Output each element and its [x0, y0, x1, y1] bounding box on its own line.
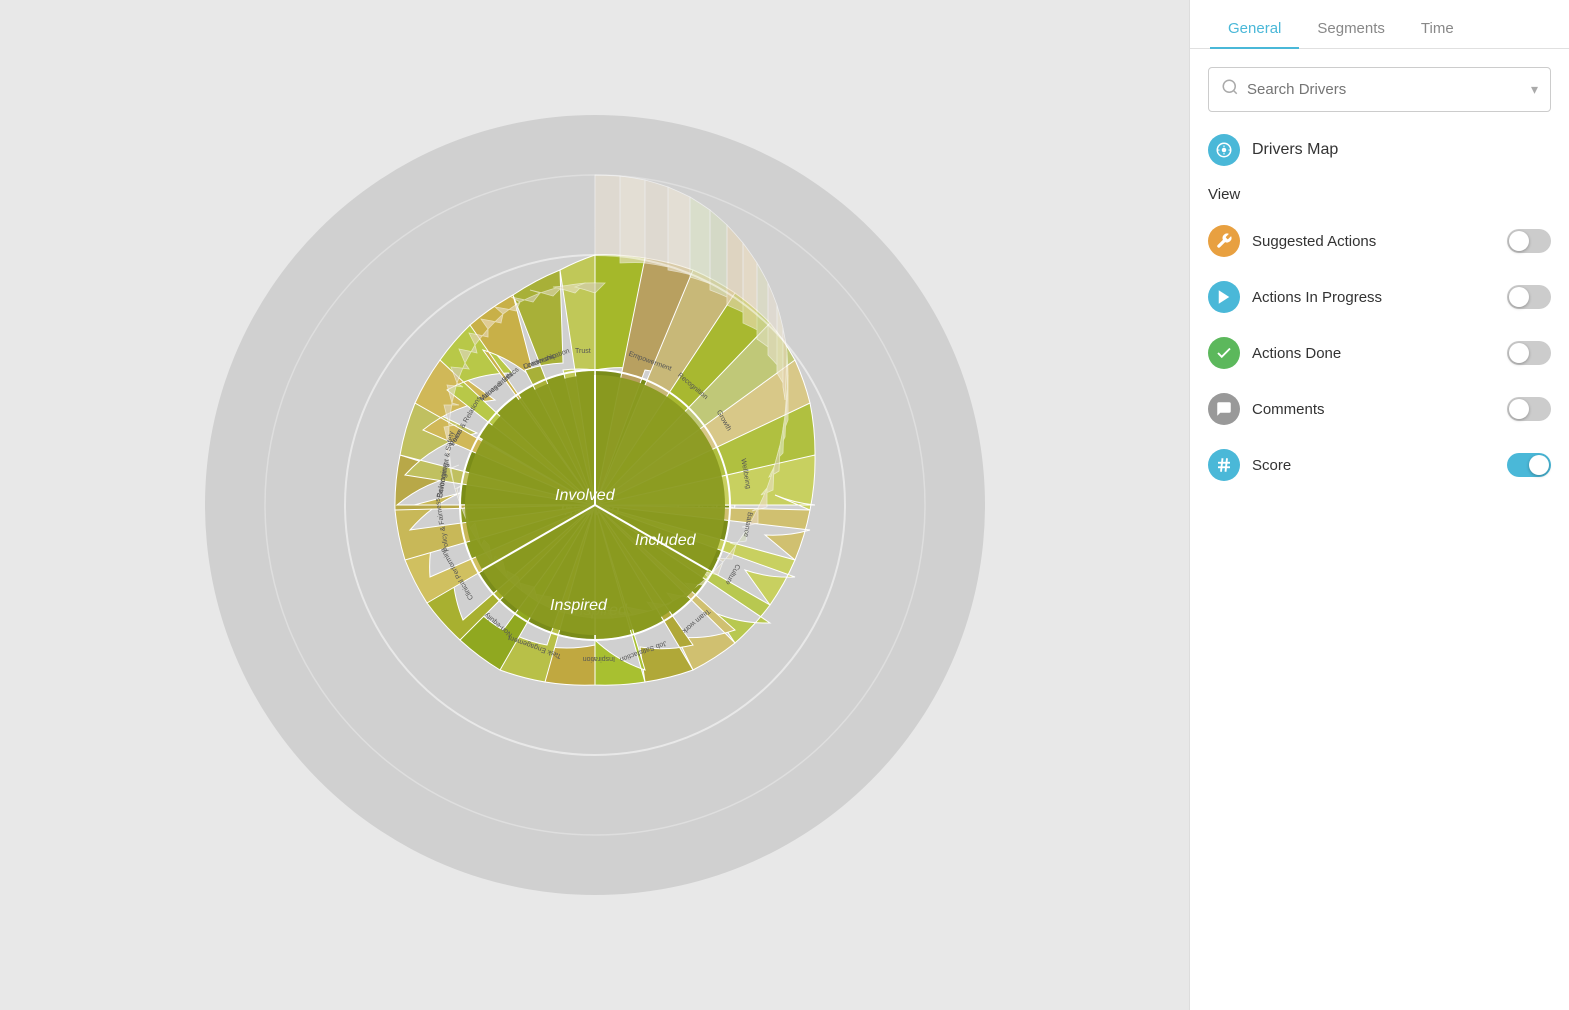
score-label: Score: [1252, 457, 1507, 474]
svg-text:Culture: Culture: [723, 563, 740, 586]
view-label: View: [1208, 186, 1551, 203]
search-box[interactable]: ▾: [1208, 67, 1551, 112]
search-input[interactable]: [1247, 81, 1531, 98]
view-item-in-progress[interactable]: Actions In Progress: [1190, 269, 1569, 325]
drivers-map-icon: [1208, 134, 1240, 166]
right-panel: General Segments Time ▾ Drivers Map View: [1189, 0, 1569, 1010]
tab-general[interactable]: General: [1210, 10, 1299, 49]
drivers-map-label: Drivers Map: [1252, 141, 1338, 159]
score-toggle[interactable]: [1507, 453, 1551, 477]
tab-time[interactable]: Time: [1403, 10, 1472, 49]
suggested-actions-label: Suggested Actions: [1252, 233, 1507, 250]
svg-text:Team work: Team work: [680, 607, 711, 634]
search-icon: [1221, 78, 1239, 101]
sunburst-svg[interactable]: Involved Included Inspired: [205, 115, 985, 895]
score-icon: [1208, 449, 1240, 481]
view-item-done[interactable]: Actions Done: [1190, 325, 1569, 381]
actions-done-icon: [1208, 337, 1240, 369]
view-section: View: [1190, 178, 1569, 213]
view-item-score[interactable]: Score: [1190, 437, 1569, 493]
search-dropdown-arrow[interactable]: ▾: [1531, 81, 1538, 98]
suggested-actions-toggle[interactable]: [1507, 229, 1551, 253]
svg-text:Inspiration: Inspiration: [582, 655, 614, 662]
view-item-suggested[interactable]: Suggested Actions: [1190, 213, 1569, 269]
chart-area: Involved Included Inspired: [0, 0, 1189, 1010]
svg-text:Trust: Trust: [575, 348, 591, 355]
suggested-actions-icon: [1208, 225, 1240, 257]
comments-toggle[interactable]: [1507, 397, 1551, 421]
sunburst-chart[interactable]: Involved Included Inspired: [205, 115, 985, 895]
svg-text:Involved: Involved: [555, 487, 616, 504]
drivers-map-item[interactable]: Drivers Map: [1190, 122, 1569, 178]
tab-segments[interactable]: Segments: [1299, 10, 1403, 49]
svg-text:Inspired: Inspired: [550, 597, 608, 614]
tabs-bar: General Segments Time: [1190, 0, 1569, 49]
actions-in-progress-icon: [1208, 281, 1240, 313]
svg-text:Included: Included: [635, 532, 697, 549]
view-item-comments[interactable]: Comments: [1190, 381, 1569, 437]
actions-done-toggle[interactable]: [1507, 341, 1551, 365]
actions-done-label: Actions Done: [1252, 345, 1507, 362]
comments-icon: [1208, 393, 1240, 425]
actions-in-progress-label: Actions In Progress: [1252, 289, 1507, 306]
actions-in-progress-toggle[interactable]: [1507, 285, 1551, 309]
comments-label: Comments: [1252, 401, 1507, 418]
